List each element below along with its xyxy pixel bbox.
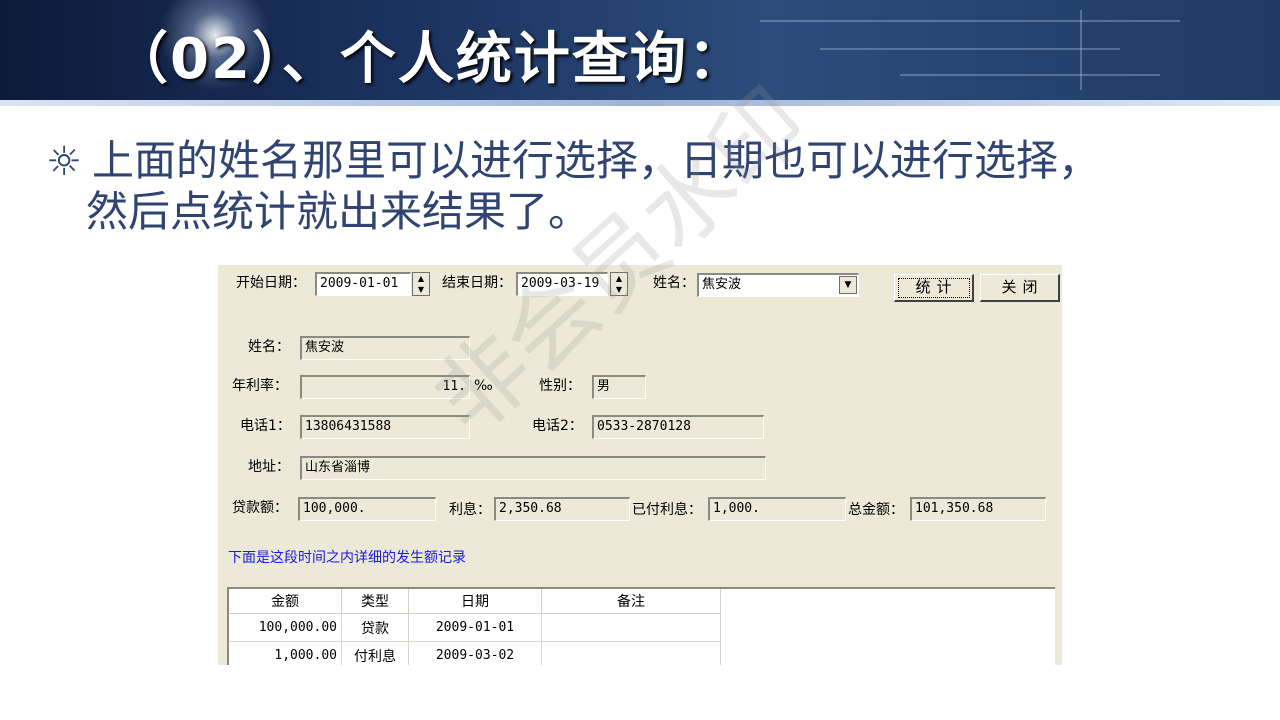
phone1-field[interactable]: 13806431588 bbox=[300, 415, 470, 439]
bullet-paragraph: ☼ 上面的姓名那里可以进行选择，日期也可以进行选择， 然后点统计就出来结果了。 bbox=[46, 136, 1246, 237]
name-select-value: 焦安波 bbox=[702, 277, 742, 292]
spin-up-icon[interactable]: ▲ bbox=[611, 273, 627, 284]
interest-label: 利息： bbox=[449, 502, 491, 518]
address-label: 地址： bbox=[248, 459, 290, 475]
end-date-field[interactable]: 2009-03-19 bbox=[516, 272, 608, 296]
phone2-label: 电话2： bbox=[532, 418, 583, 434]
cell-remark bbox=[541, 641, 721, 665]
name-label: 姓名： bbox=[248, 339, 290, 355]
start-date-spinner[interactable]: ▲ ▼ bbox=[412, 272, 430, 296]
cell-amount: 1,000.00 bbox=[229, 641, 342, 665]
end-date-label: 结束日期： bbox=[442, 275, 512, 291]
detail-note: 下面是这段时间之内详细的发生额记录 bbox=[228, 550, 466, 566]
spin-down-icon[interactable]: ▼ bbox=[611, 284, 627, 295]
chevron-down-icon[interactable]: ▼ bbox=[839, 276, 857, 294]
total-amount-field[interactable]: 101,350.68 bbox=[910, 497, 1046, 521]
decor-line bbox=[1080, 10, 1082, 90]
phone2-field[interactable]: 0533-2870128 bbox=[592, 415, 764, 439]
spin-up-icon[interactable]: ▲ bbox=[413, 273, 429, 284]
phone1-label: 电话1： bbox=[240, 418, 291, 434]
records-table: 金额 类型 日期 备注 100,000.00 贷款 2009-01-01 1,0… bbox=[229, 589, 721, 665]
bullet-line-1: 上面的姓名那里可以进行选择，日期也可以进行选择， bbox=[92, 136, 1101, 185]
column-header-date[interactable]: 日期 bbox=[408, 589, 542, 614]
records-grid[interactable]: 金额 类型 日期 备注 100,000.00 贷款 2009-01-01 1,0… bbox=[227, 587, 1055, 665]
rate-unit-label: ‰ bbox=[474, 378, 493, 394]
column-header-type[interactable]: 类型 bbox=[341, 589, 409, 614]
annual-rate-label: 年利率： bbox=[232, 378, 288, 394]
name-field[interactable]: 焦安波 bbox=[300, 336, 470, 360]
close-button[interactable]: 关闭 bbox=[980, 274, 1060, 302]
name-select[interactable]: 焦安波 ▼ bbox=[697, 273, 859, 297]
paid-interest-field[interactable]: 1,000. bbox=[708, 497, 846, 521]
loan-amount-label: 贷款额： bbox=[232, 500, 288, 516]
annual-rate-field[interactable]: 11. bbox=[300, 375, 470, 399]
gender-field[interactable]: 男 bbox=[592, 375, 646, 399]
column-header-remark[interactable]: 备注 bbox=[541, 589, 721, 614]
loan-amount-field[interactable]: 100,000. bbox=[298, 497, 436, 521]
table-row[interactable]: 100,000.00 贷款 2009-01-01 bbox=[229, 613, 721, 642]
start-date-label: 开始日期： bbox=[236, 275, 306, 291]
end-date-spinner[interactable]: ▲ ▼ bbox=[610, 272, 628, 296]
name-select-label: 姓名： bbox=[653, 275, 695, 291]
start-date-field[interactable]: 2009-01-01 bbox=[315, 272, 411, 296]
records-header-row: 金额 类型 日期 备注 bbox=[229, 589, 721, 614]
cell-type: 贷款 bbox=[341, 613, 409, 642]
spin-down-icon[interactable]: ▼ bbox=[413, 284, 429, 295]
decor-line bbox=[820, 48, 1120, 50]
decor-line bbox=[900, 74, 1160, 76]
paid-interest-label: 已付利息： bbox=[632, 502, 702, 518]
bullet-line-2: 然后点统计就出来结果了。 bbox=[86, 187, 591, 236]
cell-type: 付利息 bbox=[341, 641, 409, 665]
sun-bullet-icon: ☼ bbox=[46, 139, 82, 185]
stat-button[interactable]: 统计 bbox=[894, 274, 974, 302]
total-amount-label: 总金额： bbox=[848, 502, 904, 518]
header-divider bbox=[0, 100, 1280, 106]
cell-date: 2009-01-01 bbox=[408, 613, 542, 642]
address-field[interactable]: 山东省淄博 bbox=[300, 456, 766, 480]
cell-amount: 100,000.00 bbox=[229, 613, 342, 642]
column-header-amount[interactable]: 金额 bbox=[229, 589, 342, 614]
table-row[interactable]: 1,000.00 付利息 2009-03-02 bbox=[229, 641, 721, 665]
slide-title: （02）、个人统计查询： bbox=[112, 27, 746, 92]
cell-date: 2009-03-02 bbox=[408, 641, 542, 665]
gender-label: 性别： bbox=[539, 378, 581, 394]
cell-remark bbox=[541, 613, 721, 642]
decor-line bbox=[760, 20, 1180, 22]
personal-stats-window: 开始日期： 2009-01-01 ▲ ▼ 结束日期： 2009-03-19 ▲ ▼ … bbox=[218, 265, 1062, 665]
interest-field[interactable]: 2,350.68 bbox=[494, 497, 630, 521]
